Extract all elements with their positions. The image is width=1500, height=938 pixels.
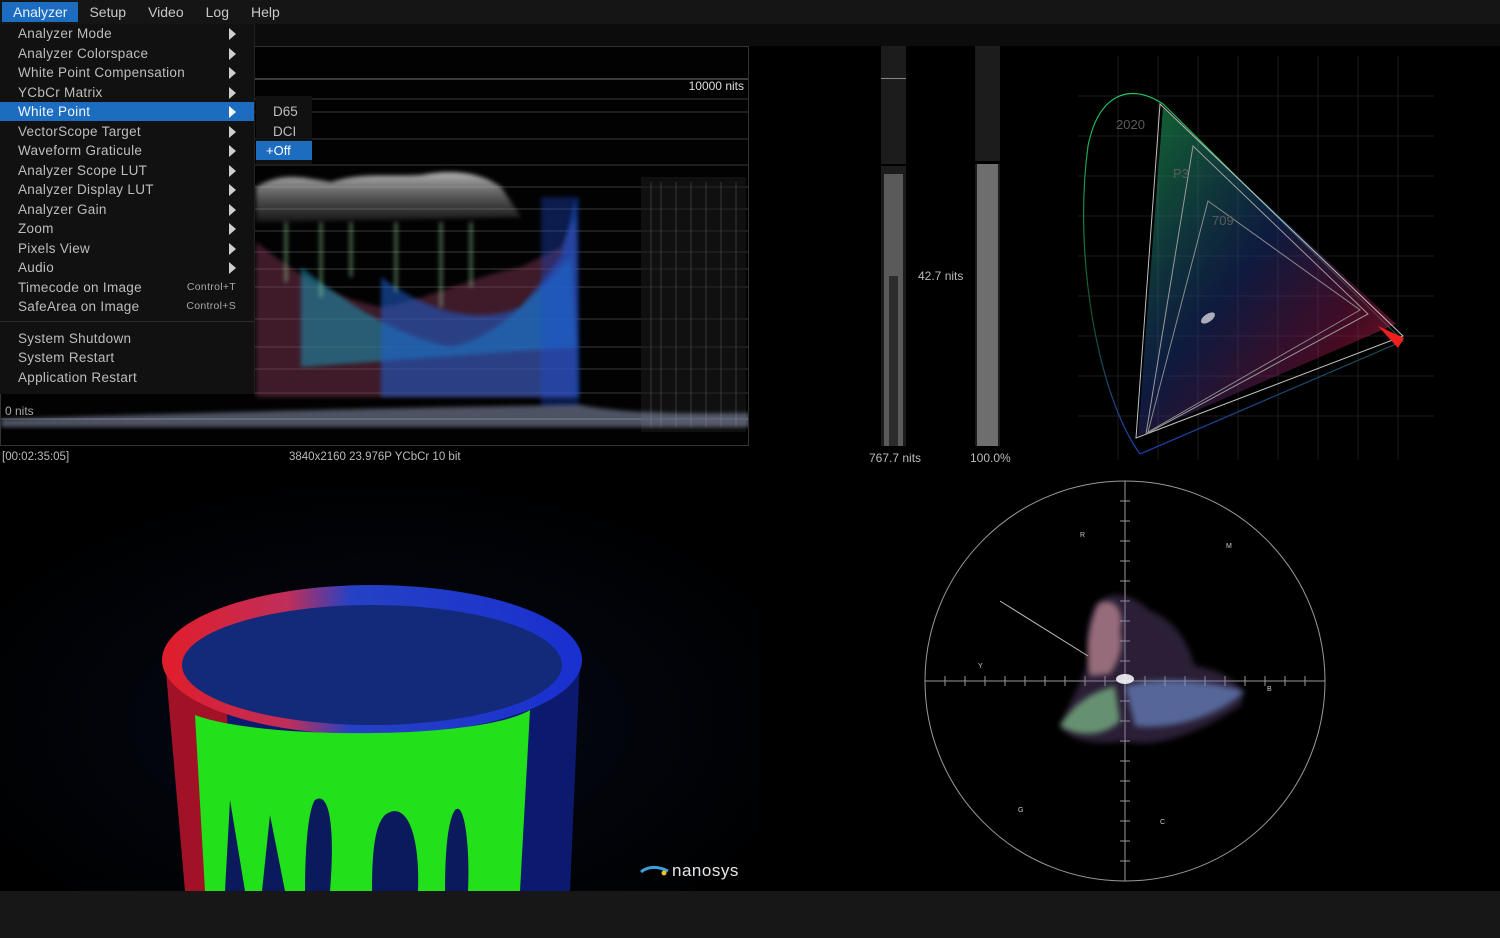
menu-video[interactable]: Video <box>137 2 195 22</box>
percentage-meter <box>975 46 1000 446</box>
menu-item-label: White Point <box>18 104 91 119</box>
target-g: G <box>1018 807 1024 814</box>
submenu-arrow-icon <box>229 164 236 177</box>
menu-item-label: Audio <box>18 260 55 275</box>
luminance-meter <box>881 46 906 446</box>
timecode-readout: [00:02:35:05] <box>2 451 70 463</box>
menu-item-label: System Restart <box>18 350 115 365</box>
menu-bar: Analyzer Setup Video Log Help <box>0 0 1500 24</box>
menu-item-label: Analyzer Display LUT <box>18 182 154 197</box>
vectorscope-graph <box>924 480 1326 882</box>
menu-item-white-point-compensation[interactable]: White Point Compensation <box>0 63 254 82</box>
submenu-item-dci[interactable]: DCI <box>256 122 329 141</box>
logo-text: nanosys <box>672 861 739 880</box>
menu-item-system-shutdown[interactable]: System Shutdown <box>0 329 254 348</box>
menu-item-analyzer-gain[interactable]: Analyzer Gain <box>0 200 254 219</box>
menu-item-label: YCbCr Matrix <box>18 84 103 100</box>
menu-item-safearea-on-image[interactable]: SafeArea on Image Control+S <box>0 297 254 316</box>
menu-item-label: Application Restart <box>18 369 138 385</box>
menu-item-label: VectorScope Target <box>18 123 141 139</box>
menu-item-pixels-view[interactable]: Pixels View <box>0 239 254 258</box>
submenu-arrow-icon <box>229 223 236 235</box>
submenu-arrow-icon <box>229 203 236 216</box>
target-c: C <box>1160 819 1166 826</box>
analyzer-menu: Analyzer Mode Analyzer Colorspace White … <box>0 24 255 394</box>
menu-item-label: Pixels View <box>18 240 91 256</box>
nanosys-logo: nanosys <box>640 861 739 881</box>
menu-item-ycbcr-matrix[interactable]: YCbCr Matrix <box>0 83 254 102</box>
target-m: M <box>1226 543 1232 550</box>
menu-item-vectorscope-target[interactable]: VectorScope Target <box>0 122 254 141</box>
target-y: Y <box>978 663 983 670</box>
average-level-readout: 42.7 nits <box>918 269 964 283</box>
menu-analyzer[interactable]: Analyzer <box>2 2 79 22</box>
menu-item-analyzer-display-lut[interactable]: Analyzer Display LUT <box>0 180 254 199</box>
nanosys-swirl-icon <box>640 865 669 876</box>
menu-log[interactable]: Log <box>195 2 240 22</box>
submenu-item-off[interactable]: +Off <box>256 141 312 160</box>
target-r: R <box>1080 532 1086 539</box>
waveform-max-label: 10000 nits <box>688 79 744 93</box>
waveform-min-label: 0 nits <box>5 404 34 418</box>
submenu-item-d65[interactable]: D65 <box>256 102 329 121</box>
percentage-readout: 100.0% <box>970 451 1011 465</box>
submenu-arrow-icon <box>229 67 236 79</box>
video-format-readout: 3840x2160 23.976P YCbCr 10 bit <box>289 451 461 463</box>
submenu-arrow-icon <box>229 47 236 60</box>
submenu-arrow-icon <box>229 184 236 196</box>
menu-item-shortcut: Control+S <box>186 300 236 312</box>
submenu-arrow-icon <box>229 125 236 138</box>
menu-item-analyzer-colorspace[interactable]: Analyzer Colorspace <box>0 44 254 63</box>
menu-item-shortcut: Control+T <box>186 280 236 293</box>
vectorscope: R M Y B G C <box>920 476 1330 886</box>
menu-item-label: Timecode on Image <box>18 279 142 295</box>
white-point-submenu: D65 DCI +Off <box>256 96 312 164</box>
menu-item-system-restart[interactable]: System Restart <box>0 348 254 367</box>
menu-item-label: Analyzer Scope LUT <box>18 162 148 178</box>
menu-item-waveform-graticule[interactable]: Waveform Graticule <box>0 141 254 160</box>
menu-item-label: System Shutdown <box>18 330 132 346</box>
menu-item-label: Waveform Graticule <box>18 143 143 158</box>
submenu-arrow-icon <box>229 145 236 157</box>
menu-item-analyzer-mode[interactable]: Analyzer Mode <box>0 24 254 43</box>
submenu-arrow-icon <box>229 86 236 99</box>
menu-item-label: White Point Compensation <box>18 65 186 80</box>
menu-item-application-restart[interactable]: Application Restart <box>0 368 254 387</box>
menu-item-analyzer-scope-lut[interactable]: Analyzer Scope LUT <box>0 161 254 180</box>
peak-nits-readout: 767.7 nits <box>869 451 922 465</box>
menu-item-zoom[interactable]: Zoom <box>0 219 254 238</box>
cie-label-709: 709 <box>1212 213 1234 228</box>
submenu-arrow-icon <box>229 242 236 255</box>
menu-setup[interactable]: Setup <box>78 2 137 22</box>
target-b: B <box>1267 686 1272 693</box>
menu-separator <box>0 321 254 322</box>
bottom-strip <box>0 891 1500 938</box>
submenu-arrow-icon <box>229 106 236 118</box>
menu-item-label: Zoom <box>18 221 54 236</box>
cie-label-2020: 2020 <box>1116 117 1145 132</box>
submenu-arrow-icon <box>229 262 236 274</box>
video-preview <box>0 470 760 891</box>
menu-item-timecode-on-image[interactable]: Timecode on Image Control+T <box>0 278 254 297</box>
menu-item-label: Analyzer Mode <box>18 26 112 41</box>
menu-item-label: Analyzer Gain <box>18 201 107 217</box>
menu-help[interactable]: Help <box>240 2 291 22</box>
menu-item-audio[interactable]: Audio <box>0 258 254 277</box>
menu-item-white-point[interactable]: White Point <box>0 102 254 121</box>
submenu-arrow-icon <box>229 28 236 40</box>
cie-chromaticity-diagram: 2020 P3 709 <box>1078 56 1434 460</box>
menu-item-label: SafeArea on Image <box>18 299 140 314</box>
cie-label-p3: P3 <box>1173 166 1189 181</box>
menu-item-label: Analyzer Colorspace <box>18 45 149 61</box>
preview-image <box>0 470 760 891</box>
